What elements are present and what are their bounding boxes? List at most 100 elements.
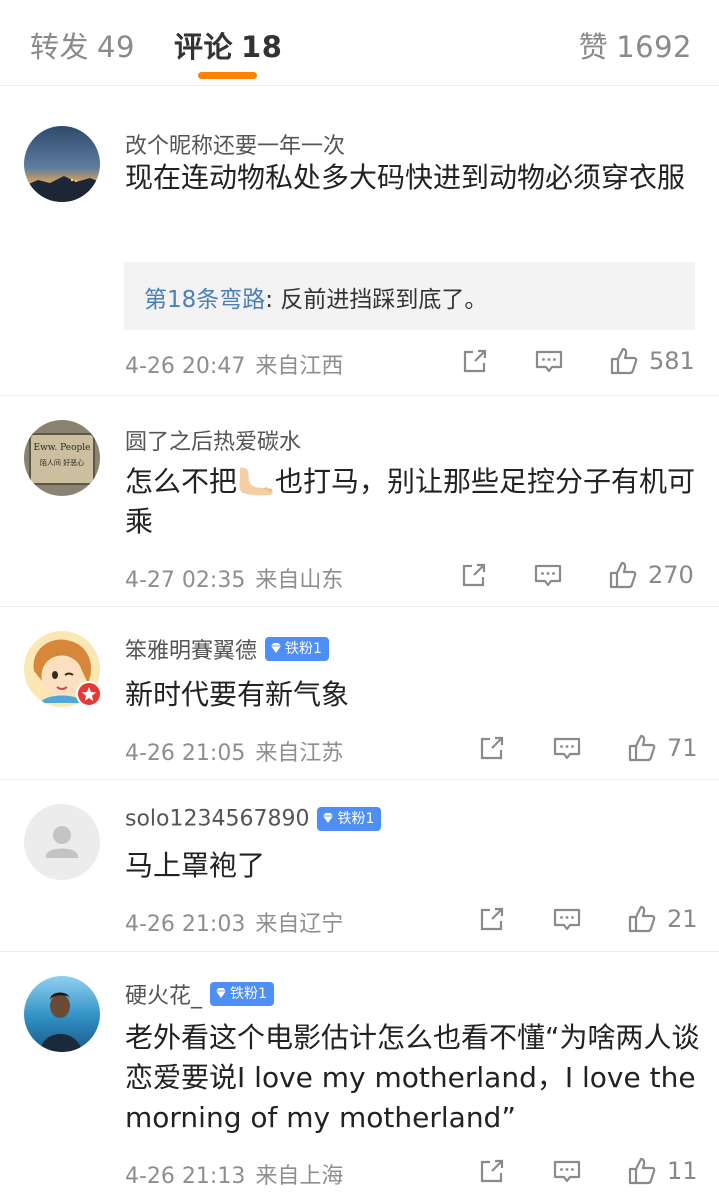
comment-item: 笨雅明賽翼德 铁粉1 新时代要有新气象 4-26 21:05 来自江苏 71	[0, 607, 719, 780]
comment-actions: 71	[477, 731, 698, 765]
fan-level-badge: 铁粉1	[210, 982, 274, 1006]
user-silhouette-icon	[24, 804, 100, 880]
foot-emoji-icon	[237, 465, 275, 497]
comment-icon	[552, 733, 582, 763]
reply-username[interactable]: 第18条弯路	[144, 287, 265, 313]
comment-location: 来自山东	[255, 568, 344, 593]
like-button[interactable]: 581	[609, 344, 695, 378]
tab-like-count: 1692	[616, 30, 692, 64]
share-button[interactable]	[460, 344, 490, 378]
comment-time: 4-26 21:13	[125, 1164, 246, 1189]
tab-comment[interactable]: 评论 18	[174, 24, 282, 66]
comment-text: 现在连动物私处多大码快进到动物必须穿衣服	[125, 161, 686, 194]
comment-username-row: 改个昵称还要一年一次	[125, 128, 345, 160]
comment-actions: 21	[477, 902, 698, 936]
comment-item: 硬火花_ 铁粉1 老外看这个电影估计怎么也看不懂“为啥两人谈恋爱要说I love …	[0, 952, 719, 1200]
comment-username-row: 硬火花_ 铁粉1	[125, 978, 274, 1010]
comment-time: 4-26 20:47	[125, 354, 246, 379]
comment-button[interactable]	[552, 731, 582, 765]
share-icon	[460, 346, 490, 376]
comment-time: 4-26 21:03	[125, 912, 246, 937]
avatar-caption-primary: Eww. People	[33, 443, 91, 453]
reply-text: 反前进挡踩到底了。	[273, 287, 488, 313]
thumbs-up-icon	[627, 733, 657, 763]
fan-badge-label: 铁粉1	[285, 641, 322, 657]
like-button[interactable]: 71	[627, 731, 698, 765]
like-count: 270	[648, 561, 694, 589]
comment-text: 马上罩袍了	[125, 849, 266, 882]
comment-username[interactable]: 硬火花_	[125, 984, 202, 1009]
comment-meta: 4-27 02:35 来自山东	[125, 562, 343, 594]
comment-time: 4-27 02:35	[125, 568, 246, 593]
comment-item: Eww. People 陌人间 好恶心 圆了之后热爱碳水 怎么不把 也打马，别让那…	[0, 396, 719, 607]
comment-time: 4-26 21:05	[125, 741, 246, 766]
comment-button[interactable]	[552, 902, 582, 936]
like-button[interactable]: 21	[627, 902, 698, 936]
comment-item: solo1234567890 铁粉1 马上罩袍了 4-26 21:03 来自辽宁 2…	[0, 780, 719, 952]
avatar[interactable]	[24, 976, 100, 1052]
avatar[interactable]	[24, 126, 100, 202]
diamond-icon	[269, 639, 283, 653]
tab-repost[interactable]: 转发 49	[30, 24, 135, 66]
tab-comment-count: 18	[241, 30, 283, 64]
tab-like[interactable]: 赞 1692	[579, 24, 692, 66]
active-tab-indicator	[198, 72, 257, 79]
fan-badge-label: 铁粉1	[230, 986, 267, 1002]
avatar[interactable]	[24, 804, 100, 880]
share-button[interactable]	[477, 902, 507, 936]
tab-comment-label: 评论	[174, 30, 234, 64]
comment-username-row: 圆了之后热爱碳水	[125, 424, 301, 456]
like-button[interactable]: 11	[627, 1154, 698, 1188]
comment-location: 来自上海	[255, 1164, 344, 1189]
comment-item: 改个昵称还要一年一次 现在连动物私处多大码快进到动物必须穿衣服 第18条弯路: …	[0, 86, 719, 396]
avatar-landscape-image	[24, 126, 100, 202]
comment-icon	[552, 1156, 582, 1186]
comment-actions: 270	[459, 558, 695, 592]
comment-meta: 4-26 21:13 来自上海	[125, 1158, 343, 1190]
comment-username[interactable]: 笨雅明賽翼德	[125, 639, 257, 664]
like-count: 581	[649, 347, 695, 375]
comment-location: 来自江西	[255, 354, 344, 379]
comment-username[interactable]: solo1234567890	[125, 807, 309, 832]
comment-icon	[552, 904, 582, 934]
comment-button[interactable]	[552, 1154, 582, 1188]
comment-username[interactable]: 圆了之后热爱碳水	[125, 430, 301, 455]
comment-meta: 4-26 20:47 来自江西	[125, 348, 343, 380]
like-count: 21	[667, 905, 698, 933]
share-icon	[477, 904, 507, 934]
reply-preview[interactable]: 第18条弯路: 反前进挡踩到底了。	[124, 262, 695, 330]
share-button[interactable]	[459, 558, 489, 592]
fan-level-badge: 铁粉1	[265, 637, 329, 661]
comment-button[interactable]	[534, 344, 564, 378]
thumbs-up-icon	[608, 560, 638, 590]
reply-separator: :	[265, 287, 274, 313]
like-count: 71	[667, 734, 698, 762]
like-button[interactable]: 270	[608, 558, 694, 592]
comment-meta: 4-26 21:05 来自江苏	[125, 735, 343, 767]
comment-actions: 581	[460, 344, 695, 378]
comment-meta: 4-26 21:03 来自辽宁	[125, 906, 343, 938]
like-count: 11	[667, 1157, 698, 1185]
share-button[interactable]	[477, 1154, 507, 1188]
comment-location: 来自辽宁	[255, 912, 344, 937]
comment-actions: 11	[477, 1154, 698, 1188]
comment-username[interactable]: 改个昵称还要一年一次	[125, 134, 345, 159]
comment-username-row: 笨雅明賽翼德 铁粉1	[125, 633, 329, 665]
share-button[interactable]	[477, 731, 507, 765]
tab-repost-label: 转发	[30, 30, 90, 64]
comment-text: 新时代要有新气象	[125, 678, 350, 711]
share-icon	[477, 1156, 507, 1186]
diamond-icon	[214, 984, 228, 998]
comment-tabs-bar: 转发 49 评论 18 赞 1692	[0, 0, 719, 86]
avatar-caption-secondary: 陌人间 好恶心	[39, 459, 85, 467]
comment-icon	[533, 560, 563, 590]
comment-text-before-emoji: 怎么不把	[125, 465, 238, 498]
share-icon	[459, 560, 489, 590]
comment-text: 怎么不把 也打马，别让那些足控分子有机可乘	[125, 462, 705, 542]
fan-level-badge: 铁粉1	[317, 807, 382, 831]
share-icon	[477, 733, 507, 763]
comment-button[interactable]	[533, 558, 563, 592]
thumbs-up-icon	[627, 1156, 657, 1186]
comment-location: 来自江苏	[255, 741, 344, 766]
fan-badge-label: 铁粉1	[337, 811, 375, 827]
